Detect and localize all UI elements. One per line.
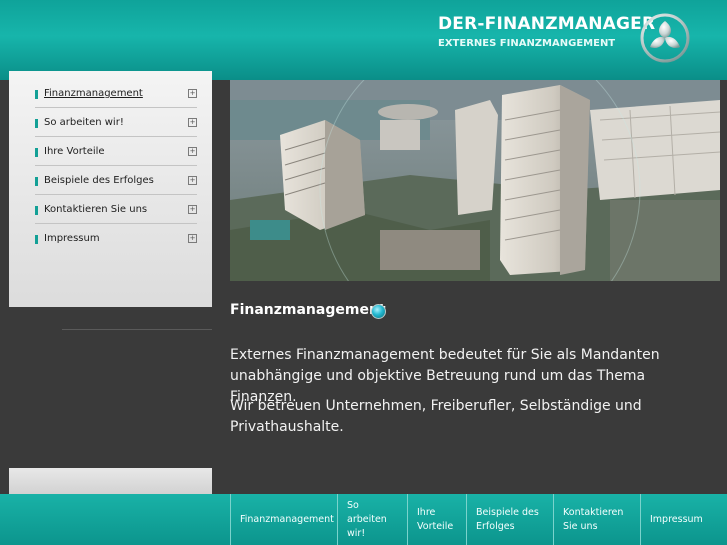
sidebar-item-label[interactable]: Impressum: [44, 233, 100, 244]
logo-icon[interactable]: [640, 13, 690, 63]
sidebar-item-so-arbeiten-wir[interactable]: So arbeiten wir! +: [35, 109, 197, 137]
footer-item-label[interactable]: Beispiele des: [476, 506, 539, 520]
site-subtitle: EXTERNES FINANZMANGEMENT: [438, 38, 616, 49]
plus-box-icon[interactable]: +: [188, 147, 197, 156]
sidebar-item-kontakt[interactable]: Kontaktieren Sie uns +: [35, 196, 197, 224]
footer-item-label[interactable]: Vorteile: [417, 520, 453, 534]
bullet-marker: [35, 177, 38, 186]
footer-item-label[interactable]: Sie uns: [563, 520, 623, 534]
footer-nav-bar: Finanzmanagement So arbeiten wir! Ihre V…: [0, 494, 727, 545]
footer-item-label[interactable]: Ihre: [417, 506, 453, 520]
footer-item-so-arbeiten-wir[interactable]: So arbeiten wir!: [337, 494, 407, 545]
footer-item-label[interactable]: So: [347, 499, 387, 513]
footer-item-label[interactable]: Kontaktieren: [563, 506, 623, 520]
plus-box-icon[interactable]: +: [188, 234, 197, 243]
footer-item-finanzmanagement[interactable]: Finanzmanagement: [230, 494, 337, 545]
page-title: Finanzmanagement: [230, 302, 386, 318]
footer-item-ihre-vorteile[interactable]: Ihre Vorteile: [407, 494, 466, 545]
sidebar-nav: Finanzmanagement + So arbeiten wir! + Ih…: [35, 80, 197, 253]
sidebar-item-ihre-vorteile[interactable]: Ihre Vorteile +: [35, 138, 197, 166]
sidebar-item-label[interactable]: Ihre Vorteile: [44, 146, 105, 157]
footer-item-impressum[interactable]: Impressum: [640, 494, 727, 545]
plus-box-icon[interactable]: +: [188, 205, 197, 214]
plus-box-icon[interactable]: +: [188, 118, 197, 127]
clients-paragraph: Wir betreuen Unternehmen, Freiberufler, …: [230, 398, 642, 435]
sidebar-item-beispiele[interactable]: Beispiele des Erfolges +: [35, 167, 197, 195]
footer-item-label[interactable]: Impressum: [650, 513, 703, 527]
bullet-marker: [35, 119, 38, 128]
header-bar: DER-FINANZMANAGER EXTERNES FINANZMANGEME…: [0, 0, 727, 80]
bullet-marker: [35, 148, 38, 157]
sidebar-item-finanzmanagement[interactable]: Finanzmanagement +: [35, 80, 197, 108]
bullet-marker: [35, 90, 38, 99]
sidebar-item-label[interactable]: Kontaktieren Sie uns: [44, 204, 147, 215]
sidebar-item-label[interactable]: Beispiele des Erfolges: [44, 175, 154, 186]
footer-item-label[interactable]: arbeiten: [347, 513, 387, 527]
footer-nav: Finanzmanagement So arbeiten wir! Ihre V…: [230, 494, 727, 545]
plus-box-icon[interactable]: +: [188, 89, 197, 98]
footer-item-label[interactable]: wir!: [347, 527, 387, 541]
sidebar: Finanzmanagement + So arbeiten wir! + Ih…: [9, 71, 212, 307]
sidebar-item-label[interactable]: So arbeiten wir!: [44, 117, 124, 128]
bullet-marker: [35, 206, 38, 215]
sidebar-bottom-panel: [9, 468, 212, 494]
site-title[interactable]: DER-FINANZMANAGER: [438, 14, 655, 34]
bullet-marker: [35, 235, 38, 244]
plus-box-icon[interactable]: +: [188, 176, 197, 185]
sidebar-divider: [62, 329, 212, 330]
sidebar-item-label[interactable]: Finanzmanagement: [44, 88, 143, 99]
title-bullet-icon: [371, 304, 386, 319]
footer-item-label[interactable]: Finanzmanagement: [240, 513, 334, 527]
footer-item-beispiele[interactable]: Beispiele des Erfolges: [466, 494, 553, 545]
hero-image: [230, 80, 720, 281]
footer-item-kontakt[interactable]: Kontaktieren Sie uns: [553, 494, 640, 545]
footer-item-label[interactable]: Erfolges: [476, 520, 539, 534]
sidebar-item-impressum[interactable]: Impressum +: [35, 225, 197, 252]
